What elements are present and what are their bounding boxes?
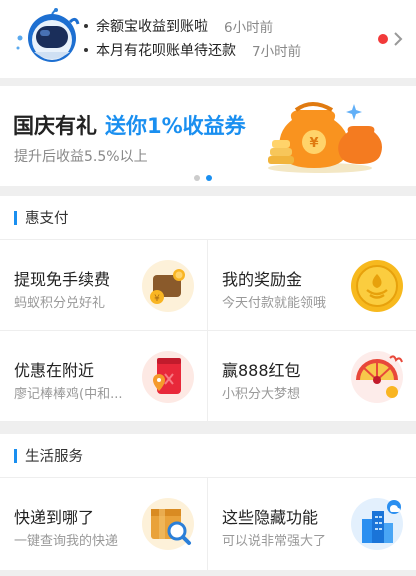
card-subtitle: 廖记棒棒鸡(中和... — [14, 387, 123, 402]
card-withdraw-free[interactable]: 提现免手续费 蚂蚁积分兑好礼 ¥ — [0, 240, 208, 331]
card-subtitle: 一键查询我的快递 — [14, 534, 119, 549]
bullet-dot — [84, 24, 88, 28]
section-marker — [14, 210, 17, 225]
city-cloud-icon — [351, 498, 403, 550]
card-subtitle: 蚂蚁积分兑好礼 — [14, 296, 106, 311]
card-express-tracking[interactable]: 快递到哪了 一键查询我的快递 — [0, 478, 208, 570]
card-title: 这些隐藏功能 — [222, 508, 319, 527]
card-title: 赢888红包 — [222, 361, 301, 380]
card-title: 提现免手续费 — [14, 270, 111, 289]
coupon-location-icon — [142, 351, 194, 403]
section-title: 生活服务 — [25, 449, 83, 465]
carousel-dots — [194, 175, 212, 181]
gold-coin-icon — [351, 260, 403, 312]
section-header: 惠支付 — [0, 196, 416, 240]
card-subtitle: 可以说非常强大了 — [222, 534, 327, 549]
svg-text:¥: ¥ — [309, 136, 318, 151]
card-subtitle: 今天付款就能领哦 — [222, 296, 327, 311]
card-my-reward[interactable]: 我的奖励金 今天付款就能领哦 — [208, 240, 416, 331]
money-bag-illustration-icon: ¥ — [268, 102, 382, 173]
notification-bar[interactable]: 余额宝收益到账啦 6小时前 本月有花呗账单待还款 7小时前 — [0, 0, 416, 78]
section-marker — [14, 448, 17, 463]
section-life-services: 生活服务 快递到哪了 一键查询我的快递 这些隐藏功能 可以说非常强大了 — [0, 434, 416, 570]
section-title: 惠支付 — [25, 211, 69, 227]
section-header: 生活服务 — [0, 434, 416, 478]
prize-wheel-icon — [351, 351, 403, 403]
card-title: 快递到哪了 — [14, 508, 95, 527]
carousel-dot-active[interactable] — [206, 175, 212, 181]
notice-item[interactable]: 本月有花呗账单待还款 7小时前 — [84, 38, 301, 62]
banner-title-highlight: 送你1%收益券 — [105, 114, 246, 138]
notice-text: 余额宝收益到账啦 — [96, 19, 208, 35]
notice-time: 6小时前 — [224, 20, 274, 36]
chevron-right-icon[interactable] — [391, 29, 405, 49]
notice-item[interactable]: 余额宝收益到账啦 6小时前 — [84, 14, 301, 38]
section-hui-pay: 惠支付 提现免手续费 蚂蚁积分兑好礼 ¥ 我的奖励金 今天付款就能领哦 优惠在附… — [0, 196, 416, 422]
notice-text: 本月有花呗账单待还款 — [96, 43, 236, 59]
card-nearby-deals[interactable]: 优惠在附近 廖记棒棒鸡(中和... — [0, 331, 208, 422]
banner-title-main: 国庆有礼 — [13, 114, 97, 138]
notice-time: 7小时前 — [252, 44, 302, 60]
banner-title: 国庆有礼 送你1%收益券 — [13, 110, 246, 140]
banner-subtitle: 提升后收益5.5%以上 — [14, 149, 148, 165]
svg-text:¥: ¥ — [154, 294, 160, 304]
wallet-icon: ¥ — [142, 260, 194, 312]
card-title: 优惠在附近 — [14, 361, 95, 380]
card-hidden-features[interactable]: 这些隐藏功能 可以说非常强大了 — [208, 478, 416, 570]
carousel-dot[interactable] — [194, 175, 200, 181]
bullet-dot — [84, 48, 88, 52]
card-win-888[interactable]: 赢888红包 小积分大梦想 — [208, 331, 416, 422]
unread-badge — [378, 34, 388, 44]
astronaut-avatar-icon — [16, 8, 80, 62]
card-subtitle: 小积分大梦想 — [222, 387, 301, 402]
card-title: 我的奖励金 — [222, 270, 303, 289]
promo-banner[interactable]: 国庆有礼 送你1%收益券 提升后收益5.5%以上 ¥ — [0, 86, 416, 186]
package-search-icon — [142, 498, 194, 550]
